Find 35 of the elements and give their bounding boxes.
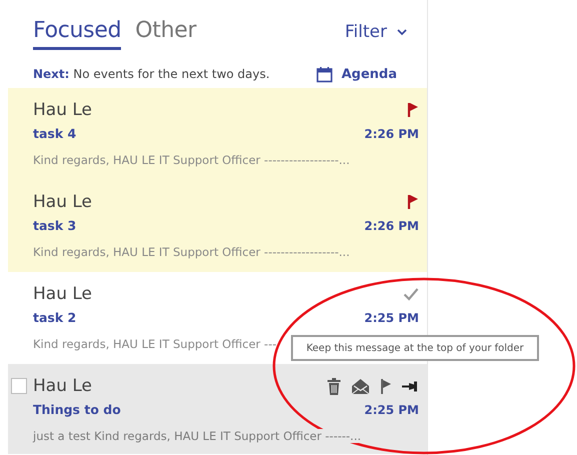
preview-text: Kind regards, HAU LE IT Support Officer ------------------...: [33, 245, 350, 259]
subject-text: Things to do: [33, 402, 121, 417]
preview-text: Kind regards, HAU LE IT Support Officer ------------------...: [33, 153, 350, 167]
message-item[interactable]: Hau Le Things to do 2:25 PM just a test Kind regards, HAU LE IT Support Officer ------...: [8, 364, 427, 454]
sender-name: Hau Le: [33, 100, 92, 120]
preview-text: Kind regards, HAU LE IT Support Officer ---: [33, 337, 277, 351]
chevron-down-icon[interactable]: [397, 28, 407, 36]
next-events-text: Next: No events for the next two days.: [33, 67, 270, 81]
subject-text: task 4: [33, 126, 76, 141]
flag-icon[interactable]: [407, 194, 419, 210]
select-checkbox[interactable]: [11, 378, 27, 394]
message-item[interactable]: Hau Le task 4 2:26 PM Kind regards, HAU LE IT Support Officer ------------------...: [8, 88, 427, 180]
sender-name: Hau Le: [33, 376, 92, 396]
tab[interactable]: Other: [135, 18, 196, 50]
calendar-icon[interactable]: [316, 66, 334, 82]
pin-icon[interactable]: [402, 380, 419, 392]
trash-icon[interactable]: [327, 378, 341, 394]
sender-name: Hau Le: [33, 192, 92, 212]
message-item[interactable]: Hau Le task 3 2:26 PM Kind regards, HAU LE IT Support Officer ------------------...: [8, 180, 427, 272]
agenda-button[interactable]: Agenda: [316, 66, 397, 82]
checkmark-icon[interactable]: [403, 287, 419, 301]
preview-text: just a test Kind regards, HAU LE IT Support Officer ------...: [33, 429, 362, 443]
open-envelope-icon[interactable]: [351, 378, 370, 394]
filter-button[interactable]: Filter: [344, 22, 407, 50]
time-text: 2:26 PM: [364, 126, 419, 140]
flag-icon[interactable]: [407, 102, 419, 118]
time-text: 2:25 PM: [364, 310, 419, 324]
flag-icon[interactable]: [380, 378, 392, 394]
subject-text: task 2: [33, 310, 76, 325]
time-text: 2:26 PM: [364, 218, 419, 232]
time-text: 2:25 PM: [364, 402, 419, 416]
subject-text: task 3: [33, 218, 76, 233]
tab[interactable]: Focused: [33, 18, 122, 50]
tooltip: Keep this message at the top of your folder: [291, 335, 539, 361]
sender-name: Hau Le: [33, 284, 92, 304]
